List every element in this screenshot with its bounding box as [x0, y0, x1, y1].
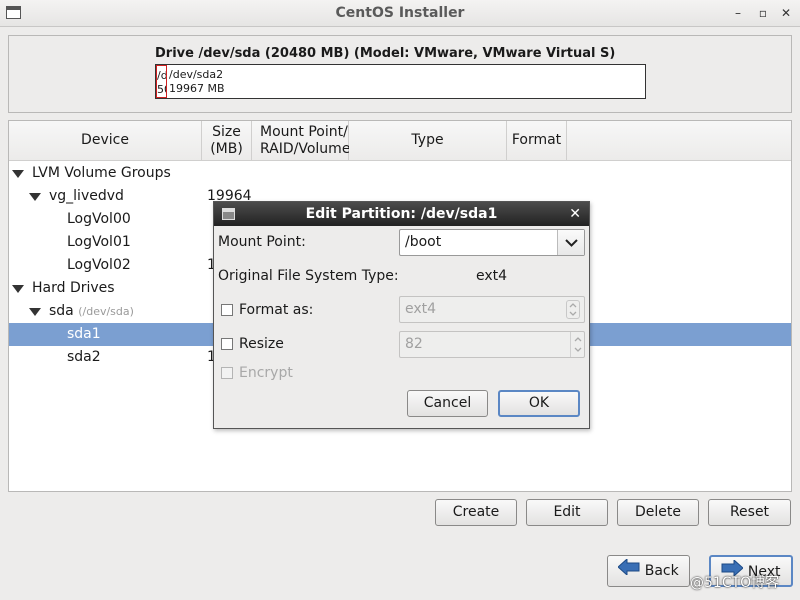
segment-name: /dev/sda2 — [169, 68, 224, 81]
dialog-titlebar: Edit Partition: /dev/sda1 ✕ — [214, 202, 589, 226]
column-header-size[interactable]: Size (MB) — [202, 121, 252, 161]
format-checkbox[interactable] — [221, 304, 233, 316]
cancel-button[interactable]: Cancel — [407, 390, 488, 417]
drive-panel: Drive /dev/sda (20480 MB) (Model: VMware… — [8, 35, 792, 113]
expander-open-icon[interactable] — [29, 193, 41, 201]
format-as-label: Format as: — [239, 302, 314, 318]
dialog-title: Edit Partition: /dev/sda1 — [305, 206, 498, 222]
segment-size: 19967 MB — [169, 82, 225, 95]
mount-point-combo[interactable]: /boot — [399, 229, 585, 256]
tree-row-lvm-groups[interactable]: LVM Volume Groups — [9, 162, 791, 185]
back-button[interactable]: Back — [607, 555, 690, 587]
chevron-down-icon — [565, 239, 578, 247]
mount-point-value: /boot — [405, 234, 442, 250]
close-icon[interactable]: ✕ — [778, 5, 794, 21]
mount-point-dropdown-button[interactable] — [557, 230, 584, 255]
format-type-select[interactable]: ext4 — [399, 296, 585, 323]
window-titlebar: CentOS Installer – ▫ ✕ — [0, 0, 800, 27]
minimize-icon[interactable]: – — [730, 5, 746, 21]
column-header-device[interactable]: Device — [9, 121, 202, 161]
watermark-text: @51CTO博客 — [690, 575, 780, 591]
dialog-close-icon[interactable]: ✕ — [569, 202, 581, 226]
original-fs-value: ext4 — [476, 268, 508, 284]
create-button[interactable]: Create — [435, 499, 517, 526]
window-title: CentOS Installer — [335, 5, 465, 21]
mount-point-label: Mount Point: — [218, 234, 306, 250]
segment-size: 500 — [157, 83, 166, 96]
edit-partition-dialog: Edit Partition: /dev/sda1 ✕ Mount Point:… — [213, 201, 590, 429]
drive-title: Drive /dev/sda (20480 MB) (Model: VMware… — [155, 46, 616, 61]
encrypt-checkbox[interactable] — [221, 367, 233, 379]
resize-value: 82 — [405, 336, 423, 352]
updown-arrows-icon — [566, 300, 580, 319]
column-header-mount[interactable]: Mount Point/RAID/Volume — [252, 121, 350, 161]
dialog-window-icon — [222, 208, 235, 220]
spin-arrows-icon[interactable] — [570, 332, 584, 357]
column-header-filler — [567, 121, 791, 161]
back-arrow-icon — [617, 556, 640, 586]
expander-open-icon[interactable] — [12, 170, 24, 178]
resize-label: Resize — [239, 336, 284, 352]
delete-button[interactable]: Delete — [617, 499, 699, 526]
ok-button[interactable]: OK — [498, 390, 580, 417]
resize-spinbox[interactable]: 82 — [399, 331, 585, 358]
drive-partition-bar: /dev/sda1 500 /dev/sda2 19967 MB — [155, 64, 646, 99]
expander-open-icon[interactable] — [12, 285, 24, 293]
resize-checkbox[interactable] — [221, 338, 233, 350]
original-fs-label: Original File System Type: — [218, 268, 399, 284]
partition-segment-sda1[interactable]: /dev/sda1 500 — [156, 65, 167, 98]
reset-button[interactable]: Reset — [708, 499, 791, 526]
encrypt-label: Encrypt — [239, 365, 293, 381]
segment-name: /dev/sda1 — [157, 69, 167, 82]
edit-button[interactable]: Edit — [526, 499, 608, 526]
format-type-value: ext4 — [405, 301, 437, 317]
expander-open-icon[interactable] — [29, 308, 41, 316]
partition-segment-sda2[interactable]: /dev/sda2 19967 MB — [169, 65, 225, 98]
column-header-format[interactable]: Format — [507, 121, 567, 161]
column-header-type[interactable]: Type — [349, 121, 507, 161]
maximize-icon[interactable]: ▫ — [755, 5, 771, 21]
